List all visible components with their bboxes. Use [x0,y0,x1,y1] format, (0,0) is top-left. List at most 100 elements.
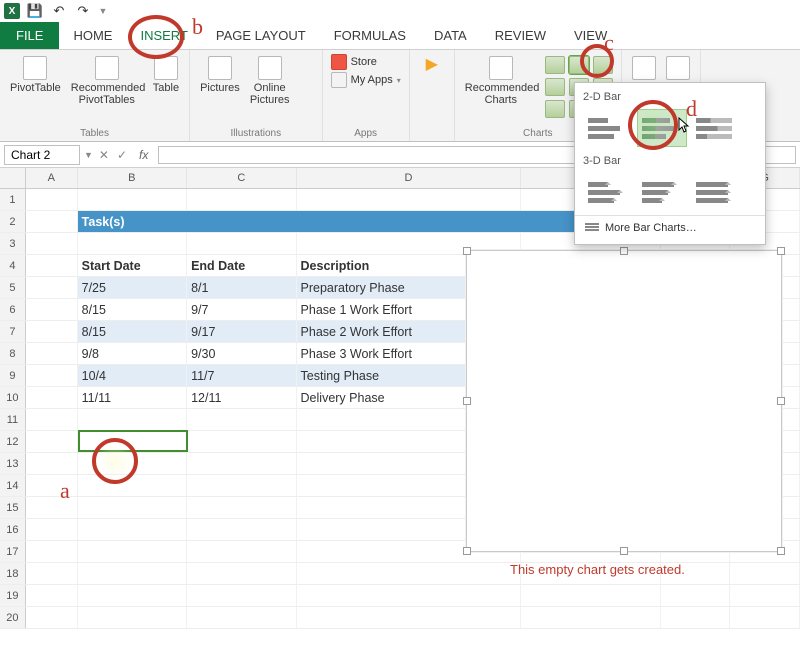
cell[interactable] [187,409,296,430]
cell[interactable] [26,299,78,320]
cell[interactable] [78,453,187,474]
bar-clustered-3d[interactable] [583,173,633,211]
row-header[interactable]: 7 [0,321,26,342]
cell[interactable]: 11/11 [78,387,187,408]
cmd-recommended-pivottables[interactable]: Recommended PivotTables [69,54,145,108]
chart-type-bar-icon[interactable] [569,56,589,74]
cell[interactable] [26,189,78,210]
row-header[interactable]: 17 [0,541,26,562]
col-header[interactable]: A [26,168,78,188]
cell[interactable]: 8/15 [78,321,187,342]
cell[interactable] [187,233,296,254]
cmd-shapes-icon[interactable] [298,56,314,72]
cell[interactable] [297,585,522,606]
cancel-icon[interactable]: ✕ [99,148,109,162]
cell[interactable] [521,607,660,628]
col-header[interactable]: D [297,168,522,188]
cell[interactable] [26,233,78,254]
cell[interactable] [187,497,296,518]
cell[interactable] [26,277,78,298]
cell[interactable] [187,189,296,210]
row-header[interactable]: 4 [0,255,26,276]
cell[interactable]: End Date [187,255,296,276]
row-header[interactable]: 13 [0,453,26,474]
cell[interactable] [521,585,660,606]
row-header[interactable]: 10 [0,387,26,408]
row-header[interactable]: 18 [0,563,26,584]
chart-type-pie-icon[interactable] [545,100,565,118]
chart-type-line-icon[interactable] [545,78,565,96]
cell[interactable] [26,343,78,364]
row-header[interactable]: 1 [0,189,26,210]
cell[interactable] [78,189,187,210]
cell[interactable] [78,585,187,606]
cell[interactable] [187,431,296,452]
cell[interactable]: 9/7 [187,299,296,320]
resize-handle[interactable] [777,547,785,555]
cell[interactable] [26,321,78,342]
fx-icon[interactable]: fx [135,148,148,162]
cell[interactable] [661,607,731,628]
cell[interactable] [26,431,78,452]
cmd-smartart-icon[interactable] [298,74,314,90]
row-header[interactable]: 8 [0,343,26,364]
bar-stacked-2d[interactable] [637,109,687,147]
cmd-myapps[interactable]: My Apps ▾ [331,72,401,88]
col-header[interactable]: C [187,168,296,188]
bar-100stacked-3d[interactable] [691,173,741,211]
select-all-corner[interactable] [0,168,26,188]
cell[interactable] [26,585,78,606]
cmd-store[interactable]: Store [331,54,377,70]
cell[interactable] [661,585,731,606]
cell[interactable] [78,607,187,628]
cell[interactable] [730,607,800,628]
cell[interactable] [26,387,78,408]
tab-data[interactable]: DATA [420,22,481,49]
cell[interactable] [26,563,78,584]
row-header[interactable]: 15 [0,497,26,518]
bar-stacked-3d[interactable] [637,173,687,211]
cell[interactable]: 9/8 [78,343,187,364]
cell[interactable] [78,541,187,562]
cell[interactable] [26,211,78,232]
cell[interactable]: 9/17 [187,321,296,342]
cell[interactable] [78,563,187,584]
enter-icon[interactable]: ✓ [117,148,127,162]
row-header[interactable]: 11 [0,409,26,430]
qat-redo-icon[interactable]: ↷ [74,2,92,20]
cell[interactable] [78,497,187,518]
cell[interactable] [187,475,296,496]
cell[interactable] [297,189,522,210]
cell[interactable] [26,409,78,430]
cmd-bing-maps[interactable]: ▶ [418,54,446,82]
row-header[interactable]: 14 [0,475,26,496]
row-header[interactable]: 19 [0,585,26,606]
qat-save-icon[interactable]: 💾 [26,2,44,20]
cell[interactable] [187,519,296,540]
resize-handle[interactable] [620,247,628,255]
cell[interactable] [26,453,78,474]
row-header[interactable]: 5 [0,277,26,298]
cell[interactable] [78,431,187,452]
cmd-pivotchart[interactable] [630,54,658,82]
cmd-recommended-charts[interactable]: Recommended Charts [463,54,539,108]
tab-insert[interactable]: INSERT [126,22,201,49]
resize-handle[interactable] [620,547,628,555]
cell[interactable]: 12/11 [187,387,296,408]
row-header[interactable]: 16 [0,519,26,540]
bar-clustered-2d[interactable] [583,109,633,147]
cell[interactable]: 9/30 [187,343,296,364]
cmd-pivottable[interactable]: PivotTable [8,54,63,96]
chart-type-column-icon[interactable] [545,56,565,74]
tab-page-layout[interactable]: PAGE LAYOUT [202,22,320,49]
cell[interactable] [26,519,78,540]
more-bar-charts[interactable]: More Bar Charts… [575,215,765,240]
cell[interactable] [78,233,187,254]
row-header[interactable]: 6 [0,299,26,320]
cell[interactable]: 10/4 [78,365,187,386]
cell[interactable] [26,607,78,628]
cmd-online-pictures[interactable]: Online Pictures [248,54,292,108]
col-header[interactable]: B [78,168,187,188]
cell[interactable] [187,607,296,628]
cell[interactable] [26,255,78,276]
